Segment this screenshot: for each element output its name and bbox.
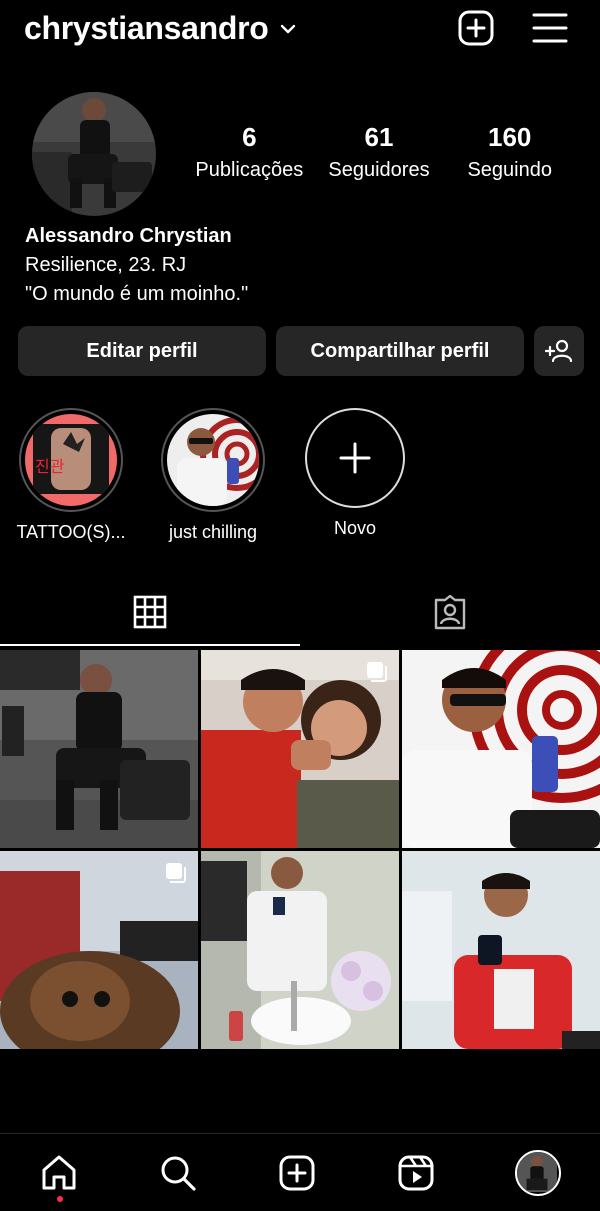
stat-followers[interactable]: 61 Seguidores (319, 122, 440, 182)
tab-posts-grid[interactable] (0, 578, 300, 646)
highlight-label: TATTOO(S)... (16, 522, 126, 542)
reels-icon[interactable] (396, 1153, 436, 1193)
profile-bio: Alessandro Chrystian Resilience, 23. RJ … (25, 222, 248, 309)
post-thumbnail[interactable] (402, 650, 600, 848)
account-switcher[interactable]: chrystiansandro (24, 10, 298, 47)
notification-dot (57, 1196, 63, 1202)
post-thumbnail[interactable] (201, 650, 399, 848)
stat-label: Seguindo (467, 159, 552, 181)
highlight-new[interactable]: Novo (300, 408, 410, 543)
post-thumbnail[interactable] (0, 650, 198, 848)
plus-icon (339, 442, 371, 474)
discover-people-button[interactable] (534, 326, 584, 376)
stat-label: Seguidores (328, 159, 430, 181)
highlight-label: Novo (333, 518, 377, 538)
edit-profile-button[interactable]: Editar perfil (18, 326, 266, 376)
profile-stats: 6 Publicações 61 Seguidores 160 Seguindo (180, 122, 580, 182)
carousel-icon (166, 863, 186, 883)
profile-tabs (0, 578, 600, 646)
stat-posts[interactable]: 6 Publicações (180, 122, 319, 182)
add-person-icon (545, 339, 573, 363)
chevron-down-icon[interactable] (278, 19, 298, 39)
menu-icon[interactable] (532, 10, 568, 46)
highlight-just-chilling[interactable]: just chilling (158, 408, 268, 543)
carousel-icon (367, 662, 387, 682)
username[interactable]: chrystiansandro (24, 10, 269, 47)
post-thumbnail[interactable] (0, 851, 198, 1049)
create-icon[interactable] (277, 1153, 317, 1193)
story-highlights: 진관 TATTOO(S)... just chilling Novo (16, 408, 410, 543)
display-name: Alessandro Chrystian (25, 225, 232, 247)
tagged-icon (434, 594, 466, 630)
post-thumbnail[interactable] (201, 851, 399, 1049)
stat-value: 160 (488, 122, 532, 152)
post-thumbnail[interactable] (402, 851, 600, 1049)
home-icon[interactable] (39, 1153, 79, 1193)
highlight-cover (167, 414, 259, 506)
bio-line: "O mundo é um moinho." (25, 283, 249, 305)
highlight-label: just chilling (168, 522, 258, 542)
bio-line: Resilience, 23. RJ (25, 254, 187, 276)
stat-value: 6 (242, 122, 257, 152)
highlight-cover: 진관 (25, 414, 117, 506)
profile-avatar[interactable] (514, 1149, 561, 1196)
stat-following[interactable]: 160 Seguindo (439, 122, 580, 182)
profile-actions: Editar perfil Compartilhar perfil (18, 326, 584, 376)
stat-value: 61 (364, 122, 394, 152)
tab-tagged[interactable] (300, 578, 600, 646)
posts-grid (0, 650, 600, 1049)
share-profile-button[interactable]: Compartilhar perfil (276, 326, 524, 376)
top-bar: chrystiansandro (0, 0, 600, 56)
search-icon[interactable] (158, 1153, 198, 1193)
svg-text:진관: 진관 (35, 457, 65, 476)
highlight-tattoo[interactable]: 진관 TATTOO(S)... (16, 408, 126, 543)
new-post-icon[interactable] (458, 10, 494, 46)
bottom-navigation (0, 1133, 600, 1211)
grid-icon (133, 595, 167, 629)
stat-label: Publicações (195, 159, 304, 181)
profile-avatar[interactable] (32, 92, 156, 216)
